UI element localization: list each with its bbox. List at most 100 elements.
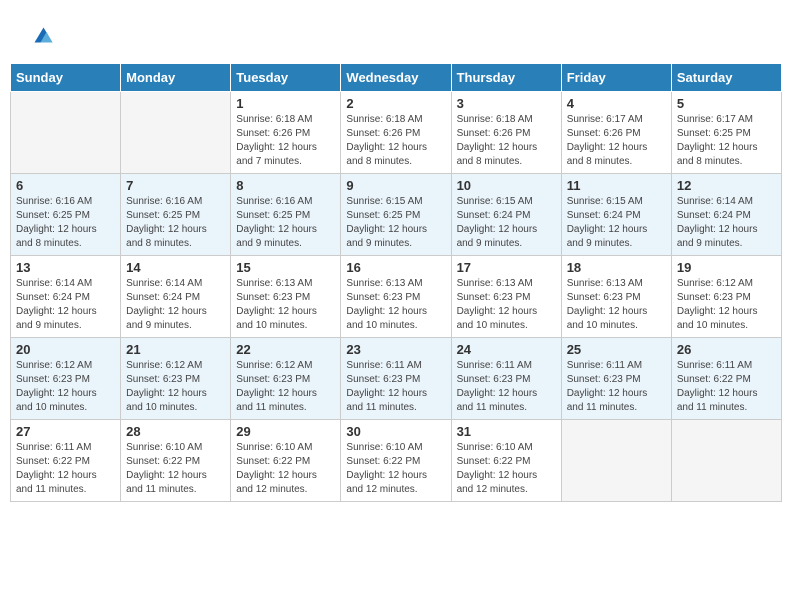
day-number: 4 <box>567 96 666 111</box>
day-info: Sunrise: 6:11 AM Sunset: 6:23 PM Dayligh… <box>346 359 445 415</box>
day-info: Sunrise: 6:11 AM Sunset: 6:22 PM Dayligh… <box>677 359 776 415</box>
weekday-header-monday: Monday <box>121 64 231 92</box>
calendar-cell <box>11 92 121 174</box>
day-number: 1 <box>236 96 335 111</box>
calendar-cell: 12Sunrise: 6:14 AM Sunset: 6:24 PM Dayli… <box>671 174 781 256</box>
day-info: Sunrise: 6:14 AM Sunset: 6:24 PM Dayligh… <box>677 195 776 251</box>
day-number: 6 <box>16 178 115 193</box>
calendar-cell <box>671 420 781 502</box>
calendar-week-4: 20 Sunrise: 6:12 AM Sunset: 6:23 PM Dayli… <box>11 338 782 420</box>
day-info: Sunrise: 6:13 AM Sunset: 6:23 PM Dayligh… <box>236 277 335 333</box>
calendar-cell: 2Sunrise: 6:18 AM Sunset: 6:26 PM Daylig… <box>341 92 451 174</box>
calendar-cell: 8 Sunrise: 6:16 AM Sunset: 6:25 PM Daylig… <box>231 174 341 256</box>
day-info: Sunrise: 6:12 AM Sunset: 6:23 PM Dayligh… <box>16 359 115 415</box>
calendar-cell: 31 Sunrise: 6:10 AM Sunset: 6:22 PM Dayli… <box>451 420 561 502</box>
weekday-header-thursday: Thursday <box>451 64 561 92</box>
day-info: Sunrise: 6:10 AM Sunset: 6:22 PM Dayligh… <box>457 441 556 497</box>
day-number: 11 <box>567 178 666 193</box>
day-number: 26 <box>677 342 776 357</box>
day-number: 2 <box>346 96 445 111</box>
day-info: Sunrise: 6:10 AM Sunset: 6:22 PM Dayligh… <box>346 441 445 497</box>
calendar-cell: 10 Sunrise: 6:15 AM Sunset: 6:24 PM Dayli… <box>451 174 561 256</box>
calendar-cell: 13 Sunrise: 6:14 AM Sunset: 6:24 PM Dayli… <box>11 256 121 338</box>
calendar-cell: 4Sunrise: 6:17 AM Sunset: 6:26 PM Daylig… <box>561 92 671 174</box>
calendar-cell: 30Sunrise: 6:10 AM Sunset: 6:22 PM Dayli… <box>341 420 451 502</box>
calendar-cell: 11 Sunrise: 6:15 AM Sunset: 6:24 PM Dayli… <box>561 174 671 256</box>
weekday-header-tuesday: Tuesday <box>231 64 341 92</box>
day-info: Sunrise: 6:10 AM Sunset: 6:22 PM Dayligh… <box>236 441 335 497</box>
day-number: 29 <box>236 424 335 439</box>
calendar-cell: 21 Sunrise: 6:12 AM Sunset: 6:23 PM Dayli… <box>121 338 231 420</box>
day-info: Sunrise: 6:11 AM Sunset: 6:23 PM Dayligh… <box>457 359 556 415</box>
calendar-cell: 27 Sunrise: 6:11 AM Sunset: 6:22 PM Dayli… <box>11 420 121 502</box>
weekday-header-friday: Friday <box>561 64 671 92</box>
weekday-header-saturday: Saturday <box>671 64 781 92</box>
day-number: 23 <box>346 342 445 357</box>
weekday-header-row: SundayMondayTuesdayWednesdayThursdayFrid… <box>11 64 782 92</box>
calendar-cell: 24 Sunrise: 6:11 AM Sunset: 6:23 PM Dayli… <box>451 338 561 420</box>
day-number: 24 <box>457 342 556 357</box>
day-info: Sunrise: 6:11 AM Sunset: 6:23 PM Dayligh… <box>567 359 666 415</box>
day-number: 31 <box>457 424 556 439</box>
calendar-cell: 23 Sunrise: 6:11 AM Sunset: 6:23 PM Dayli… <box>341 338 451 420</box>
day-info: Sunrise: 6:15 AM Sunset: 6:24 PM Dayligh… <box>457 195 556 251</box>
day-number: 13 <box>16 260 115 275</box>
calendar-cell: 3 Sunrise: 6:18 AM Sunset: 6:26 PM Daylig… <box>451 92 561 174</box>
calendar-cell: 28Sunrise: 6:10 AM Sunset: 6:22 PM Dayli… <box>121 420 231 502</box>
day-info: Sunrise: 6:16 AM Sunset: 6:25 PM Dayligh… <box>236 195 335 251</box>
calendar-cell: 26 Sunrise: 6:11 AM Sunset: 6:22 PM Dayli… <box>671 338 781 420</box>
calendar-cell: 15 Sunrise: 6:13 AM Sunset: 6:23 PM Dayli… <box>231 256 341 338</box>
day-number: 17 <box>457 260 556 275</box>
calendar-cell: 6 Sunrise: 6:16 AM Sunset: 6:25 PM Daylig… <box>11 174 121 256</box>
calendar-week-3: 13 Sunrise: 6:14 AM Sunset: 6:24 PM Dayli… <box>11 256 782 338</box>
calendar-cell: 1 Sunrise: 6:18 AM Sunset: 6:26 PM Daylig… <box>231 92 341 174</box>
day-number: 28 <box>126 424 225 439</box>
calendar-cell <box>561 420 671 502</box>
day-info: Sunrise: 6:11 AM Sunset: 6:22 PM Dayligh… <box>16 441 115 497</box>
calendar-cell: 19 Sunrise: 6:12 AM Sunset: 6:23 PM Dayli… <box>671 256 781 338</box>
calendar-cell: 17 Sunrise: 6:13 AM Sunset: 6:23 PM Dayli… <box>451 256 561 338</box>
day-info: Sunrise: 6:18 AM Sunset: 6:26 PM Dayligh… <box>457 113 556 169</box>
day-number: 5 <box>677 96 776 111</box>
calendar-week-2: 6 Sunrise: 6:16 AM Sunset: 6:25 PM Daylig… <box>11 174 782 256</box>
day-info: Sunrise: 6:14 AM Sunset: 6:24 PM Dayligh… <box>16 277 115 333</box>
day-info: Sunrise: 6:13 AM Sunset: 6:23 PM Dayligh… <box>567 277 666 333</box>
day-info: Sunrise: 6:15 AM Sunset: 6:24 PM Dayligh… <box>567 195 666 251</box>
day-info: Sunrise: 6:13 AM Sunset: 6:23 PM Dayligh… <box>457 277 556 333</box>
day-info: Sunrise: 6:18 AM Sunset: 6:26 PM Dayligh… <box>236 113 335 169</box>
day-number: 16 <box>346 260 445 275</box>
day-number: 18 <box>567 260 666 275</box>
day-info: Sunrise: 6:12 AM Sunset: 6:23 PM Dayligh… <box>126 359 225 415</box>
calendar-cell <box>121 92 231 174</box>
logo-icon <box>27 20 57 50</box>
day-number: 15 <box>236 260 335 275</box>
day-number: 27 <box>16 424 115 439</box>
day-number: 10 <box>457 178 556 193</box>
day-info: Sunrise: 6:16 AM Sunset: 6:25 PM Dayligh… <box>126 195 225 251</box>
calendar-week-1: 1 Sunrise: 6:18 AM Sunset: 6:26 PM Daylig… <box>11 92 782 174</box>
day-number: 19 <box>677 260 776 275</box>
day-number: 9 <box>346 178 445 193</box>
calendar-cell: 9Sunrise: 6:15 AM Sunset: 6:25 PM Daylig… <box>341 174 451 256</box>
day-number: 25 <box>567 342 666 357</box>
day-number: 14 <box>126 260 225 275</box>
day-number: 20 <box>16 342 115 357</box>
calendar-cell: 29 Sunrise: 6:10 AM Sunset: 6:22 PM Dayli… <box>231 420 341 502</box>
day-info: Sunrise: 6:12 AM Sunset: 6:23 PM Dayligh… <box>236 359 335 415</box>
calendar-table: SundayMondayTuesdayWednesdayThursdayFrid… <box>10 63 782 502</box>
calendar-cell: 16Sunrise: 6:13 AM Sunset: 6:23 PM Dayli… <box>341 256 451 338</box>
weekday-header-wednesday: Wednesday <box>341 64 451 92</box>
day-number: 8 <box>236 178 335 193</box>
page-header <box>10 10 782 55</box>
calendar-cell: 14 Sunrise: 6:14 AM Sunset: 6:24 PM Dayli… <box>121 256 231 338</box>
day-number: 21 <box>126 342 225 357</box>
day-number: 3 <box>457 96 556 111</box>
day-info: Sunrise: 6:14 AM Sunset: 6:24 PM Dayligh… <box>126 277 225 333</box>
calendar-cell: 22Sunrise: 6:12 AM Sunset: 6:23 PM Dayli… <box>231 338 341 420</box>
calendar-cell: 5Sunrise: 6:17 AM Sunset: 6:25 PM Daylig… <box>671 92 781 174</box>
calendar-cell: 20 Sunrise: 6:12 AM Sunset: 6:23 PM Dayli… <box>11 338 121 420</box>
day-number: 7 <box>126 178 225 193</box>
day-info: Sunrise: 6:12 AM Sunset: 6:23 PM Dayligh… <box>677 277 776 333</box>
day-info: Sunrise: 6:16 AM Sunset: 6:25 PM Dayligh… <box>16 195 115 251</box>
logo <box>25 20 57 50</box>
